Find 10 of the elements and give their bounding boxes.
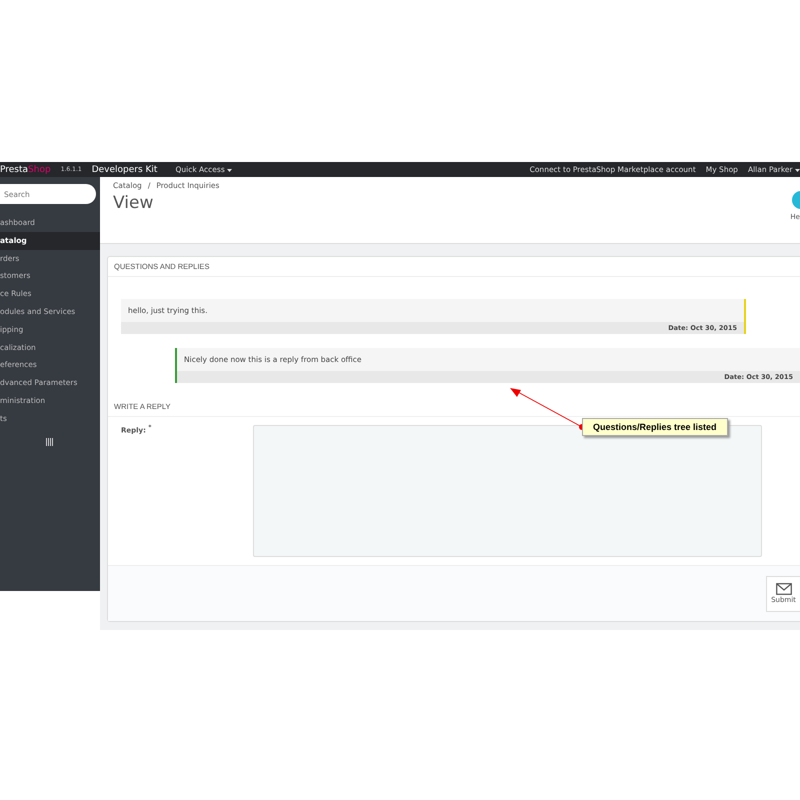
caret-icon (795, 169, 800, 172)
collapse-icon[interactable] (46, 438, 54, 446)
logo: PrestaShop (0, 164, 51, 174)
reply-textarea[interactable] (253, 425, 762, 557)
page-title: View (113, 193, 154, 213)
caret-icon (227, 169, 232, 172)
help-icon[interactable] (792, 191, 800, 209)
annotation-callout: Questions/Replies tree listed (582, 418, 728, 436)
envelope-icon (776, 583, 792, 595)
shop-name: Developers Kit (92, 164, 158, 174)
